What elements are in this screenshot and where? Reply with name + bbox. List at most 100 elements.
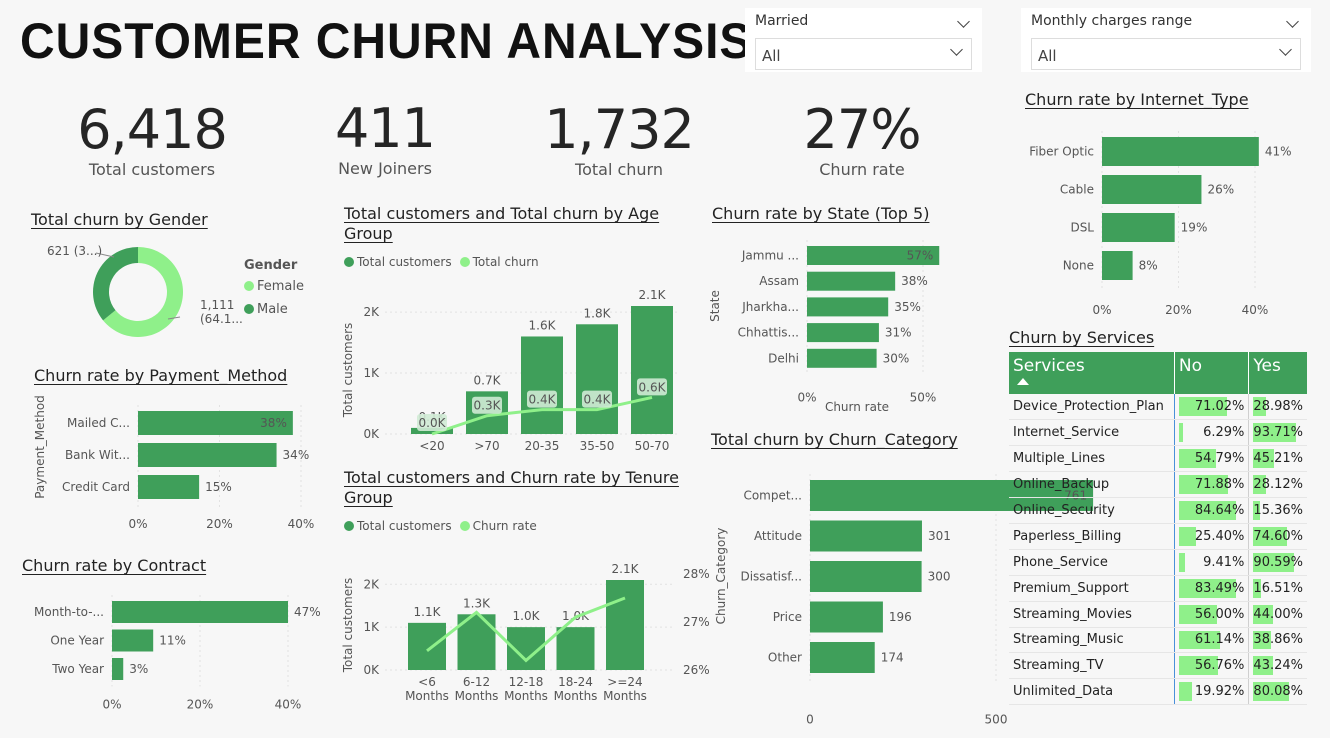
- table-row[interactable]: Streaming_TV 56.76% 43.24%: [1009, 652, 1307, 680]
- data-label: 38%: [260, 416, 287, 430]
- column-header-yes[interactable]: Yes: [1248, 352, 1307, 394]
- gender-chart-title: Total churn by Gender: [31, 210, 208, 229]
- service-name: Device_Protection_Plan: [1009, 394, 1175, 421]
- chevron-down-icon: [950, 43, 963, 56]
- no-percent-cell: 54.79%: [1173, 445, 1249, 473]
- table-row[interactable]: Premium_Support 83.49% 16.51%: [1009, 575, 1307, 602]
- category-chart-title: Total churn by Churn_Category: [711, 430, 958, 449]
- category-label: >=24 Months: [603, 675, 647, 703]
- data-label: 47%: [294, 605, 321, 619]
- percent-value: 93.71%: [1253, 425, 1303, 441]
- churn-category-bar-chart: Compet... 761Attitude 301Dissatisf... 300Pr…: [714, 474, 1094, 727]
- service-name: Online_Backup: [1009, 471, 1175, 499]
- table-row[interactable]: Multiple_Lines 54.79% 45.21%: [1009, 445, 1307, 473]
- bar: [810, 520, 922, 552]
- category-label: Other: [768, 651, 802, 665]
- data-label: 1.3K: [463, 596, 491, 610]
- legend-dot: [344, 257, 354, 267]
- data-label: 301: [928, 529, 951, 543]
- tenure-legend: Total customers Churn rate: [344, 519, 537, 533]
- data-label: 2.1K: [639, 288, 667, 302]
- data-label: 1.6K: [529, 318, 557, 332]
- category-label: Chhattis...: [738, 326, 799, 340]
- data-label: 2.1K: [612, 562, 640, 576]
- legend-item-total-churn[interactable]: Total churn: [459, 255, 539, 269]
- slicer-value: All: [762, 47, 781, 65]
- yes-percent-cell: 80.08%: [1248, 678, 1307, 706]
- tick-label: 0%: [128, 517, 147, 531]
- slicer-monthly-charges[interactable]: Monthly charges range All: [1021, 8, 1311, 72]
- legend-item-churn-rate[interactable]: Churn rate: [459, 519, 537, 533]
- slicer-dropdown[interactable]: All: [755, 38, 972, 70]
- payment-chart-title: Churn rate by Payment_Method: [34, 366, 288, 385]
- category-label: <20: [419, 439, 444, 453]
- bar: [1102, 175, 1202, 204]
- service-name: Phone_Service: [1009, 549, 1175, 576]
- yes-percent-cell: 16.51%: [1248, 575, 1307, 602]
- kpi-value: 1,732: [544, 98, 695, 161]
- percent-value: 90.59%: [1253, 554, 1303, 570]
- percent-value: 45.21%: [1253, 451, 1303, 467]
- tick-label: 500: [985, 713, 1008, 727]
- category-label: 35-50: [580, 439, 615, 453]
- column-header-services[interactable]: Services: [1009, 352, 1175, 394]
- chevron-down-icon[interactable]: [1286, 15, 1299, 28]
- data-label: 38%: [901, 274, 928, 288]
- gender-donut-chart: 1,111 (64.1... 621 (3...): [47, 244, 243, 337]
- legend-item-total-customers[interactable]: Total customers: [344, 519, 452, 533]
- table-row[interactable]: Phone_Service 9.41% 90.59%: [1009, 549, 1307, 576]
- percent-value: 84.64%: [1194, 503, 1245, 518]
- category-label: Dissatisf...: [740, 570, 802, 584]
- table-row[interactable]: Online_Backup 71.88% 28.12%: [1009, 471, 1307, 499]
- tick-label: 0%: [797, 391, 816, 405]
- category-label: 50-70: [635, 439, 670, 453]
- data-bar: [1178, 526, 1197, 546]
- data-label: 35%: [894, 300, 921, 314]
- slicer-married[interactable]: Married All: [745, 8, 982, 72]
- data-label: 1.0K: [513, 609, 541, 623]
- table-row[interactable]: Online_Security 84.64% 15.36%: [1009, 497, 1307, 524]
- column-header-no[interactable]: No: [1173, 352, 1249, 394]
- bar: [807, 323, 879, 343]
- percent-value: 9.41%: [1203, 554, 1245, 570]
- bar: [138, 443, 277, 467]
- slicer-label: Monthly charges range: [1031, 13, 1193, 29]
- data-label: 0.4K: [529, 393, 557, 407]
- slicer-dropdown[interactable]: All: [1031, 38, 1301, 70]
- tick-label: 20%: [187, 698, 214, 712]
- category-label: <6 Months: [405, 675, 449, 703]
- table-row[interactable]: Internet_Service 6.29% 93.71%: [1009, 419, 1307, 447]
- category-label: Price: [773, 610, 802, 624]
- service-name: Premium_Support: [1009, 575, 1175, 602]
- legend-label: Total churn: [472, 255, 539, 269]
- kpi-caption: Total customers: [88, 160, 216, 179]
- column-header-label: Services: [1013, 356, 1085, 376]
- bar: [112, 629, 154, 652]
- category-label: Assam: [759, 274, 799, 288]
- chevron-down-icon[interactable]: [957, 15, 970, 28]
- bar: [112, 658, 124, 680]
- no-percent-cell: 61.14%: [1173, 627, 1249, 654]
- percent-value: 74.60%: [1253, 528, 1303, 544]
- data-label: 174: [881, 651, 904, 665]
- page-title: CUSTOMER CHURN ANALYSIS: [20, 13, 753, 69]
- table-row[interactable]: Streaming_Music 61.14% 38.86%: [1009, 627, 1307, 654]
- percent-value: 28.98%: [1253, 399, 1303, 415]
- tick-label: 40%: [1242, 303, 1269, 317]
- data-bar: [1178, 552, 1186, 572]
- table-row[interactable]: Unlimited_Data 19.92% 80.08%: [1009, 678, 1307, 706]
- table-row[interactable]: Paperless_Billing 25.40% 74.60%: [1009, 523, 1307, 550]
- state-chart-title: Churn rate by State (Top 5): [712, 204, 930, 223]
- tick-label: 0K: [363, 663, 380, 677]
- table-row[interactable]: Device_Protection_Plan 71.02% 28.98%: [1009, 394, 1307, 421]
- tenure-group-combo-chart: 0K 1K 2K Total customers 1.1K <6 Months 1.3K 6-1…: [341, 562, 710, 703]
- legend-label: Total customers: [357, 519, 452, 533]
- legend-item-total-customers[interactable]: Total customers: [344, 255, 452, 269]
- category-label: One Year: [50, 634, 104, 648]
- tick-label: 1K: [363, 366, 380, 380]
- table-row[interactable]: Streaming_Movies 56.00% 44.00%: [1009, 601, 1307, 628]
- no-percent-cell: 84.64%: [1173, 497, 1249, 524]
- data-label: 196: [889, 610, 912, 624]
- tick-label: 0K: [363, 427, 380, 441]
- kpi-value: 27%: [803, 98, 921, 161]
